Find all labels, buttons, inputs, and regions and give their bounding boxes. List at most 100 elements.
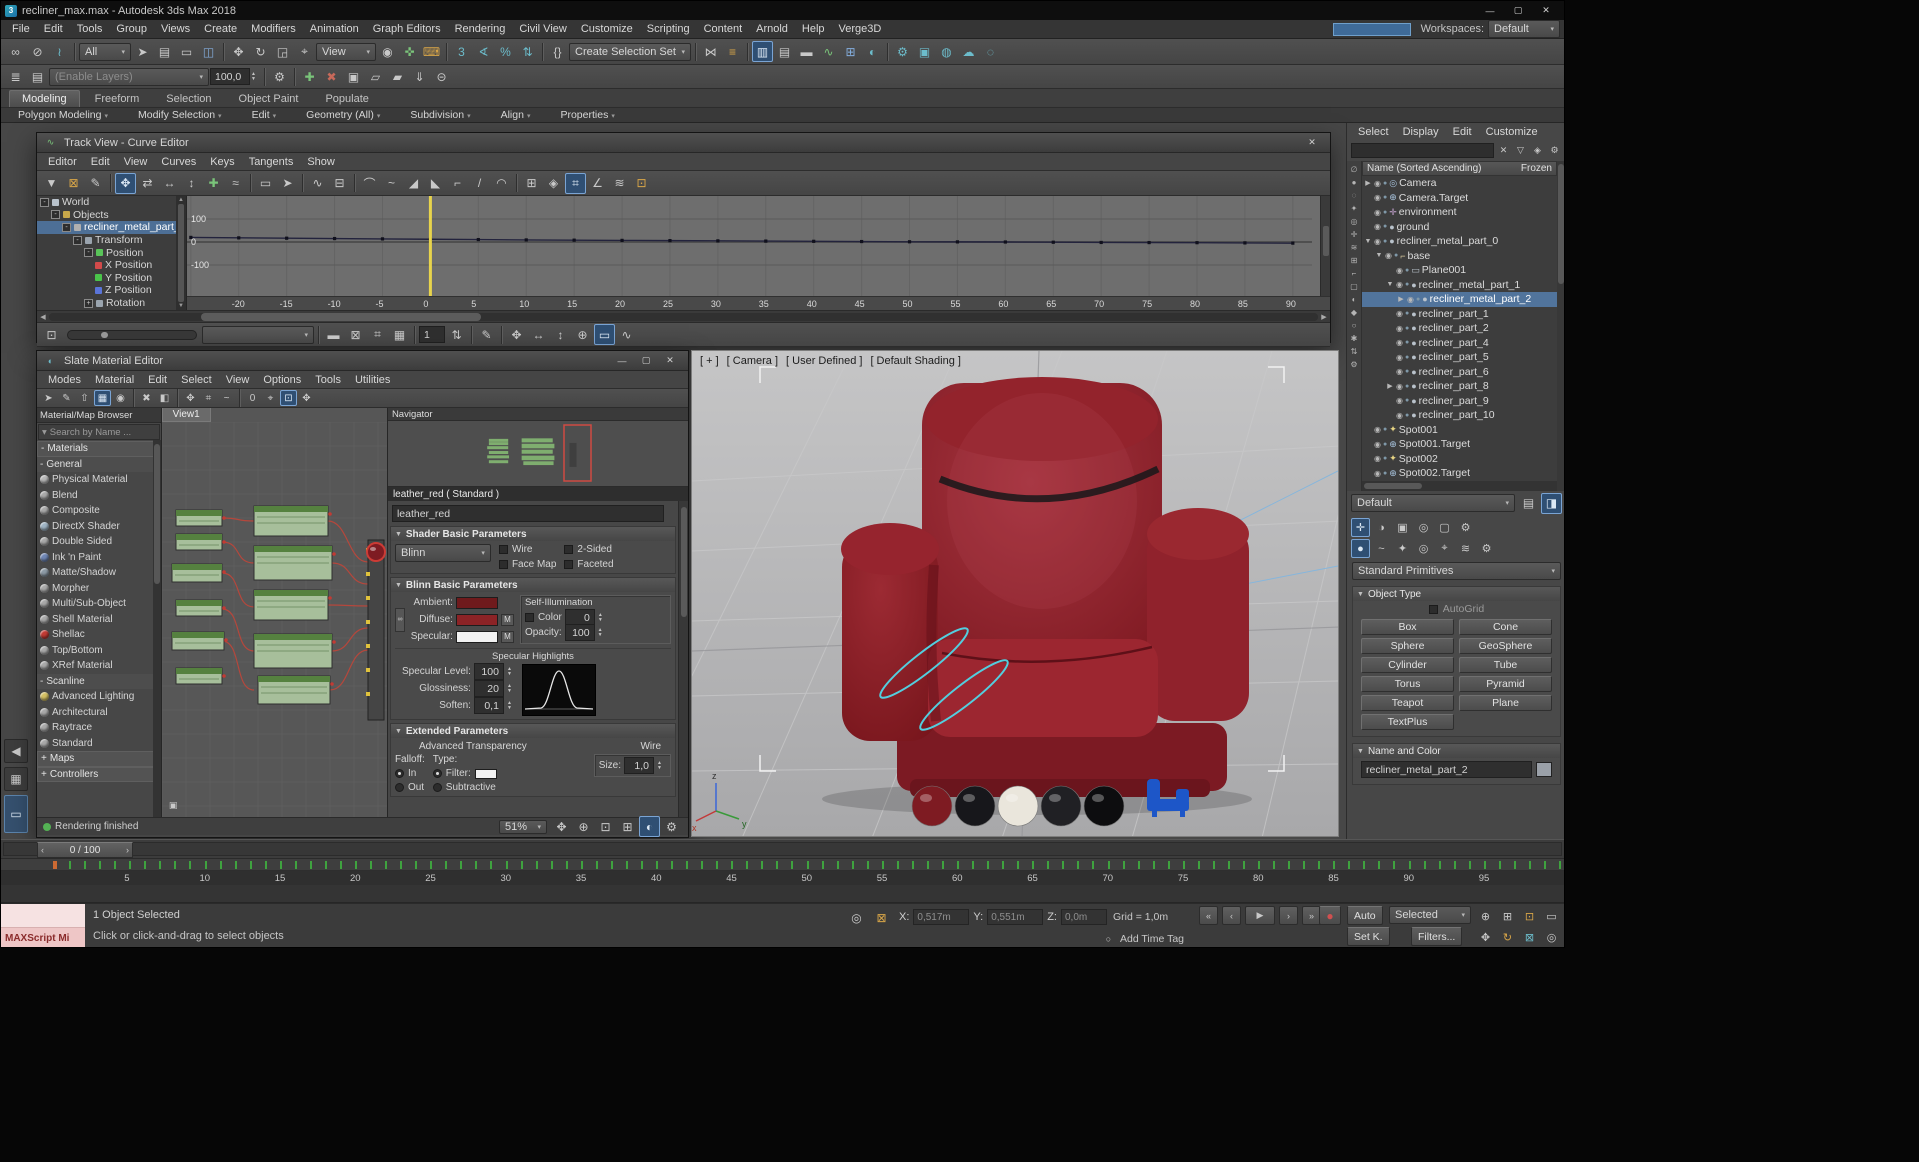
menu-civil-view[interactable]: Civil View: [512, 22, 573, 36]
keyframe-tick[interactable]: [1213, 861, 1215, 869]
explorer-pin-icon[interactable]: ◨: [1541, 493, 1562, 514]
maxscript-mini-listener[interactable]: MAXScript Mi: [1, 904, 85, 948]
slate-menu-material[interactable]: Material: [88, 373, 141, 387]
extended-rollout-header[interactable]: ▼Extended Parameters: [391, 724, 675, 738]
material-sample-spheres[interactable]: [912, 786, 1124, 826]
zoom-extents-status-icon[interactable]: ⊞: [617, 816, 638, 837]
scene-explorer-search-input[interactable]: [1351, 143, 1494, 158]
region-keys-tool-icon[interactable]: ▭: [255, 173, 276, 194]
align-icon[interactable]: ≡: [722, 41, 743, 62]
keyframe-tick[interactable]: [1514, 861, 1516, 869]
tube-button[interactable]: Tube: [1459, 657, 1552, 673]
zoom-region-icon[interactable]: ▭: [1541, 907, 1562, 926]
rectangular-selection-region-icon[interactable]: ▭: [176, 41, 197, 62]
track-item-position[interactable]: -Position: [37, 246, 186, 259]
visibility-eye-icon[interactable]: ◉: [1396, 266, 1403, 275]
curve-graph-vscroll[interactable]: [1320, 196, 1330, 296]
auto-key-button[interactable]: Auto: [1347, 906, 1383, 925]
display-containers-icon[interactable]: ▢: [1348, 280, 1360, 292]
keyframe-tick[interactable]: [1183, 861, 1185, 869]
scene-object-camera[interactable]: ▶◉●◎Camera: [1362, 176, 1557, 191]
keyframe-tick[interactable]: [1499, 861, 1501, 869]
cylinder-button[interactable]: Cylinder: [1361, 657, 1454, 673]
glossiness-spinner[interactable]: [507, 684, 516, 694]
keyframe-tick[interactable]: [701, 861, 703, 869]
two-sided-checkbox-box[interactable]: [564, 545, 573, 554]
helpers-category-icon[interactable]: ⌖: [1435, 539, 1454, 558]
render-toggle-icon[interactable]: ●: [1416, 296, 1420, 303]
keyframe-tick[interactable]: [551, 861, 553, 869]
keyframe-tick[interactable]: [641, 861, 643, 869]
expand-icon[interactable]: ▼: [1375, 252, 1383, 259]
browser-item-multi-sub-object[interactable]: Multi/Sub-Object: [37, 596, 161, 612]
keyframe-tick[interactable]: [430, 861, 432, 869]
set-tangents-fast-icon[interactable]: ◢: [403, 173, 424, 194]
scale-values-icon[interactable]: ↕: [181, 173, 202, 194]
browser-group-materials[interactable]: -Materials: [37, 441, 161, 457]
unlink-selection-icon[interactable]: ⊘: [27, 41, 48, 62]
geometry-category-icon[interactable]: ●: [1351, 539, 1370, 558]
diffuse-map-button[interactable]: M: [501, 614, 514, 626]
hscroll-left-icon[interactable]: ◀: [37, 313, 49, 321]
keyframe-tick[interactable]: [99, 861, 101, 869]
display-particles-icon[interactable]: ◆: [1348, 306, 1360, 318]
spinner-snap-toggle-icon[interactable]: ⇅: [517, 41, 538, 62]
sort-order-icon[interactable]: ⇅: [1348, 345, 1360, 357]
scene-object-recliner-part-1[interactable]: ◉●●recliner_part_1: [1362, 307, 1557, 322]
x-coord-field[interactable]: 0,517m: [913, 909, 969, 925]
render-toggle-icon[interactable]: ●: [1383, 441, 1387, 448]
slate-menu-utilities[interactable]: Utilities: [348, 373, 397, 387]
slate-maximize-icon[interactable]: ▢: [634, 353, 658, 369]
keyframe-tick[interactable]: [475, 861, 477, 869]
keyframe-tick[interactable]: [1198, 861, 1200, 869]
explorer-column-header[interactable]: Name (Sorted Ascending) Frozen: [1362, 161, 1557, 176]
browser-scrollbar[interactable]: [153, 440, 161, 817]
keyframe-tick[interactable]: [837, 861, 839, 869]
explorer-hscroll-thumb[interactable]: [1364, 483, 1422, 489]
scene-object-base[interactable]: ▼◉●⌐base: [1362, 249, 1557, 264]
track-item-objects[interactable]: -Objects: [37, 209, 186, 222]
object-name-field[interactable]: recliner_metal_part_2: [1361, 761, 1532, 778]
add-animation-layer-icon[interactable]: ✚: [299, 66, 320, 87]
slate-zoom-dropdown[interactable]: 51%▾: [499, 820, 547, 834]
viewport-label-2[interactable]: [ User Defined ]: [786, 355, 862, 367]
browser-group-controllers[interactable]: +Controllers: [37, 767, 161, 783]
render-toggle-icon[interactable]: ●: [1383, 194, 1387, 201]
workspaces-dropdown[interactable]: Default▾: [1488, 20, 1560, 38]
type-filter-radio[interactable]: Filter:: [433, 768, 497, 779]
keyframe-tick[interactable]: [987, 861, 989, 869]
specular-map-button[interactable]: M: [501, 631, 514, 643]
display-shapes-icon[interactable]: ◌: [1348, 189, 1360, 201]
keyframe-tick[interactable]: [912, 861, 914, 869]
key-stats-icon[interactable]: ▦: [389, 324, 410, 345]
visibility-eye-icon[interactable]: ◉: [1396, 411, 1403, 420]
keyframe-tick[interactable]: [1002, 861, 1004, 869]
keyframe-tick[interactable]: [1153, 861, 1155, 869]
pan-zoom-lock-icon[interactable]: ▣: [166, 798, 181, 813]
slate-menu-edit[interactable]: Edit: [141, 373, 174, 387]
snap-frames-footer-icon[interactable]: ⌗: [367, 324, 388, 345]
layer-weight-field[interactable]: 100,0: [210, 68, 250, 85]
select-and-scale-icon[interactable]: ◲: [272, 41, 293, 62]
z-coord-field[interactable]: 0,0m: [1061, 909, 1107, 925]
display-helpers-icon[interactable]: ✛: [1348, 228, 1360, 240]
display-hidden-icon[interactable]: ○: [1348, 319, 1360, 331]
set-tangents-slow-icon[interactable]: ◣: [425, 173, 446, 194]
keyframe-tick[interactable]: [295, 861, 297, 869]
keyframe-tick[interactable]: [220, 861, 222, 869]
enable-animation-layers-icon[interactable]: ≣: [5, 66, 26, 87]
paste-new-layer-icon[interactable]: ▰: [387, 66, 408, 87]
object-color-swatch[interactable]: [1536, 762, 1552, 777]
keyframe-tick[interactable]: [1228, 861, 1230, 869]
keyframe-tick[interactable]: [415, 861, 417, 869]
scene-object-recliner-metal-part-0[interactable]: ▼◉●●recliner_metal_part_0: [1362, 234, 1557, 249]
keyframe-tick[interactable]: [460, 861, 462, 869]
visibility-eye-icon[interactable]: ◉: [1396, 324, 1403, 333]
keyframe-tick[interactable]: [611, 861, 613, 869]
display-spacewarps-icon[interactable]: ≋: [1348, 241, 1360, 253]
primitives-dropdown[interactable]: Standard Primitives▾: [1352, 562, 1561, 580]
visibility-eye-icon[interactable]: ◉: [1374, 179, 1381, 188]
menu-edit[interactable]: Edit: [37, 22, 70, 36]
display-materials-icon[interactable]: ◐: [1348, 293, 1360, 305]
keyframe-tick[interactable]: [1017, 861, 1019, 869]
